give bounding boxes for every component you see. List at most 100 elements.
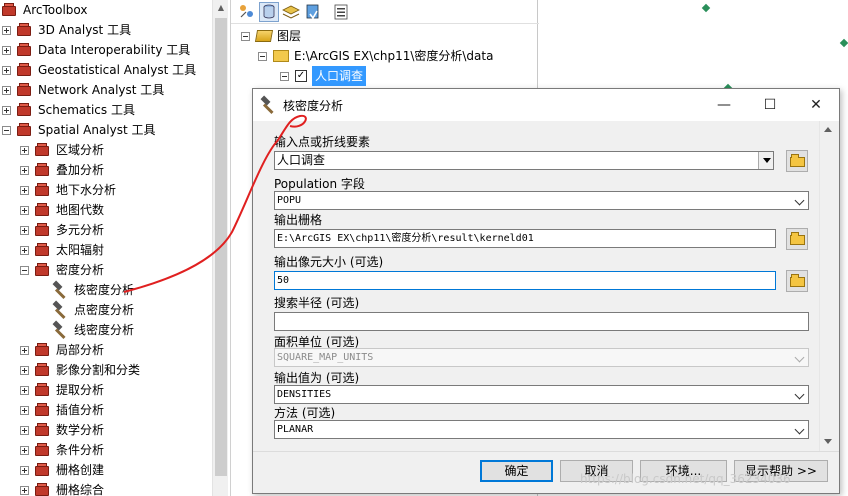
- toolset-local[interactable]: 局部分析: [20, 340, 104, 360]
- toolset-interpolation[interactable]: 插值分析: [20, 400, 104, 420]
- expand-plus-icon[interactable]: [20, 145, 29, 155]
- expand-plus-icon[interactable]: [20, 485, 29, 495]
- scroll-up-icon[interactable]: ▲: [213, 0, 229, 16]
- kernel-density-dialog: 核密度分析 — ☐ ✕ 输入点或折线要素 人口调查 Population 字段 …: [252, 88, 840, 494]
- toolset-extraction[interactable]: 提取分析: [20, 380, 104, 400]
- list-options-icon: [334, 4, 348, 20]
- expand-plus-icon[interactable]: [2, 25, 11, 35]
- expand-plus-icon[interactable]: [20, 205, 29, 215]
- toolbox-scrollbar[interactable]: ▲: [212, 0, 228, 496]
- toolset-3d-analyst[interactable]: 3D Analyst 工具: [2, 20, 131, 40]
- database-icon: [263, 4, 275, 19]
- collapse-minus-icon[interactable]: [280, 71, 289, 81]
- scroll-down-icon[interactable]: [824, 439, 832, 444]
- population-field-value: POPU: [277, 195, 302, 206]
- toc-layer-node[interactable]: ✓ 人口调查: [280, 66, 367, 86]
- ok-button[interactable]: 确定: [480, 460, 553, 482]
- expand-plus-icon[interactable]: [20, 465, 29, 475]
- method-select[interactable]: PLANAR: [274, 420, 809, 439]
- toolset-label: 数学分析: [56, 423, 105, 437]
- expand-plus-icon[interactable]: [2, 65, 11, 75]
- toolset-solar-radiation[interactable]: 太阳辐射: [20, 240, 104, 260]
- dialog-scrollbar[interactable]: [819, 121, 836, 451]
- dialog-title-bar[interactable]: 核密度分析 — ☐ ✕: [253, 89, 839, 121]
- combo-dropdown-icon[interactable]: [758, 152, 773, 169]
- browse-output-button[interactable]: [786, 228, 808, 250]
- cell-size-input[interactable]: 50: [274, 271, 776, 290]
- toolbox-icon: [35, 143, 51, 157]
- collapse-minus-icon[interactable]: [241, 31, 250, 41]
- list-by-drawing-order-button[interactable]: [237, 2, 257, 22]
- maximize-button[interactable]: ☐: [747, 89, 793, 121]
- layer-visibility-checkbox[interactable]: ✓: [295, 70, 307, 82]
- scroll-up-icon[interactable]: [824, 127, 832, 132]
- toolset-spatial-analyst[interactable]: Spatial Analyst 工具: [2, 120, 156, 140]
- browse-cell-size-button[interactable]: [786, 270, 808, 292]
- scrollbar-thumb[interactable]: [215, 18, 227, 476]
- toolset-generalization[interactable]: 栅格综合: [20, 480, 104, 496]
- hammer-icon: [52, 300, 69, 320]
- toolbox-icon: [35, 363, 51, 377]
- expand-plus-icon[interactable]: [20, 425, 29, 435]
- toolset-schematics[interactable]: Schematics 工具: [2, 100, 135, 120]
- browse-input-button[interactable]: [786, 150, 808, 172]
- expand-plus-icon[interactable]: [20, 225, 29, 235]
- toolbox-icon: [35, 163, 51, 177]
- toc-layers-node[interactable]: 图层: [241, 26, 301, 46]
- toolset-label: 密度分析: [56, 263, 105, 277]
- toolset-overlay[interactable]: 叠加分析: [20, 160, 104, 180]
- expand-plus-icon[interactable]: [20, 445, 29, 455]
- collapse-minus-icon[interactable]: [2, 125, 11, 135]
- expand-plus-icon[interactable]: [2, 45, 11, 55]
- expand-plus-icon[interactable]: [20, 185, 29, 195]
- output-values-select[interactable]: DENSITIES: [274, 385, 809, 404]
- expand-plus-icon[interactable]: [20, 345, 29, 355]
- layer-name[interactable]: 人口调查: [312, 66, 367, 86]
- collapse-minus-icon[interactable]: [258, 51, 267, 61]
- expand-plus-icon[interactable]: [20, 405, 29, 415]
- tool-line-density[interactable]: 线密度分析: [52, 320, 134, 340]
- expand-plus-icon[interactable]: [20, 365, 29, 375]
- toolset-map-algebra[interactable]: 地图代数: [20, 200, 104, 220]
- options-button[interactable]: [331, 2, 351, 22]
- expand-plus-icon[interactable]: [2, 85, 11, 95]
- chevron-down-icon: [795, 352, 805, 362]
- tree-root[interactable]: ArcToolbox: [2, 0, 87, 20]
- toolbox-icon: [35, 403, 51, 417]
- input-features-combo[interactable]: 人口调查: [274, 151, 774, 170]
- toolset-network-analyst[interactable]: Network Analyst 工具: [2, 80, 164, 100]
- toolset-multivariate[interactable]: 多元分析: [20, 220, 104, 240]
- list-by-visibility-button[interactable]: [281, 2, 301, 22]
- toolset-label: 地下水分析: [56, 183, 117, 197]
- search-radius-input[interactable]: [274, 312, 809, 331]
- toc-folder-node[interactable]: E:\ArcGIS EX\chp11\密度分析\data: [258, 46, 493, 66]
- toolset-data-interoperability[interactable]: Data Interoperability 工具: [2, 40, 190, 60]
- close-button[interactable]: ✕: [793, 89, 839, 121]
- toolset-density[interactable]: 密度分析: [20, 260, 104, 280]
- toolset-segmentation[interactable]: 影像分割和分类: [20, 360, 140, 380]
- toolset-label: 太阳辐射: [56, 243, 105, 257]
- expand-plus-icon[interactable]: [20, 245, 29, 255]
- toolset-label: 地图代数: [56, 203, 105, 217]
- minimize-button[interactable]: —: [701, 89, 747, 121]
- toolset-zonal[interactable]: 区域分析: [20, 140, 104, 160]
- collapse-minus-icon[interactable]: [20, 265, 29, 275]
- list-by-selection-button[interactable]: [303, 2, 323, 22]
- toolset-raster-creation[interactable]: 栅格创建: [20, 460, 104, 480]
- toolset-groundwater[interactable]: 地下水分析: [20, 180, 116, 200]
- population-field-label: Population 字段: [274, 177, 365, 191]
- toolset-geostatistical-analyst[interactable]: Geostatistical Analyst 工具: [2, 60, 196, 80]
- expand-plus-icon[interactable]: [20, 165, 29, 175]
- output-raster-label: 输出栅格: [274, 213, 323, 227]
- list-by-source-button[interactable]: [259, 2, 279, 22]
- tool-point-density[interactable]: 点密度分析: [52, 300, 134, 320]
- expand-plus-icon[interactable]: [2, 105, 11, 115]
- population-field-select[interactable]: POPU: [274, 191, 809, 210]
- tool-kernel-density[interactable]: 核密度分析: [52, 280, 134, 300]
- toolset-math[interactable]: 数学分析: [20, 420, 104, 440]
- output-raster-input[interactable]: E:\ArcGIS EX\chp11\密度分析\result\kerneld01: [274, 229, 776, 248]
- toolset-conditional[interactable]: 条件分析: [20, 440, 104, 460]
- folder-icon: [273, 50, 289, 62]
- toolset-label: 叠加分析: [56, 163, 105, 177]
- expand-plus-icon[interactable]: [20, 385, 29, 395]
